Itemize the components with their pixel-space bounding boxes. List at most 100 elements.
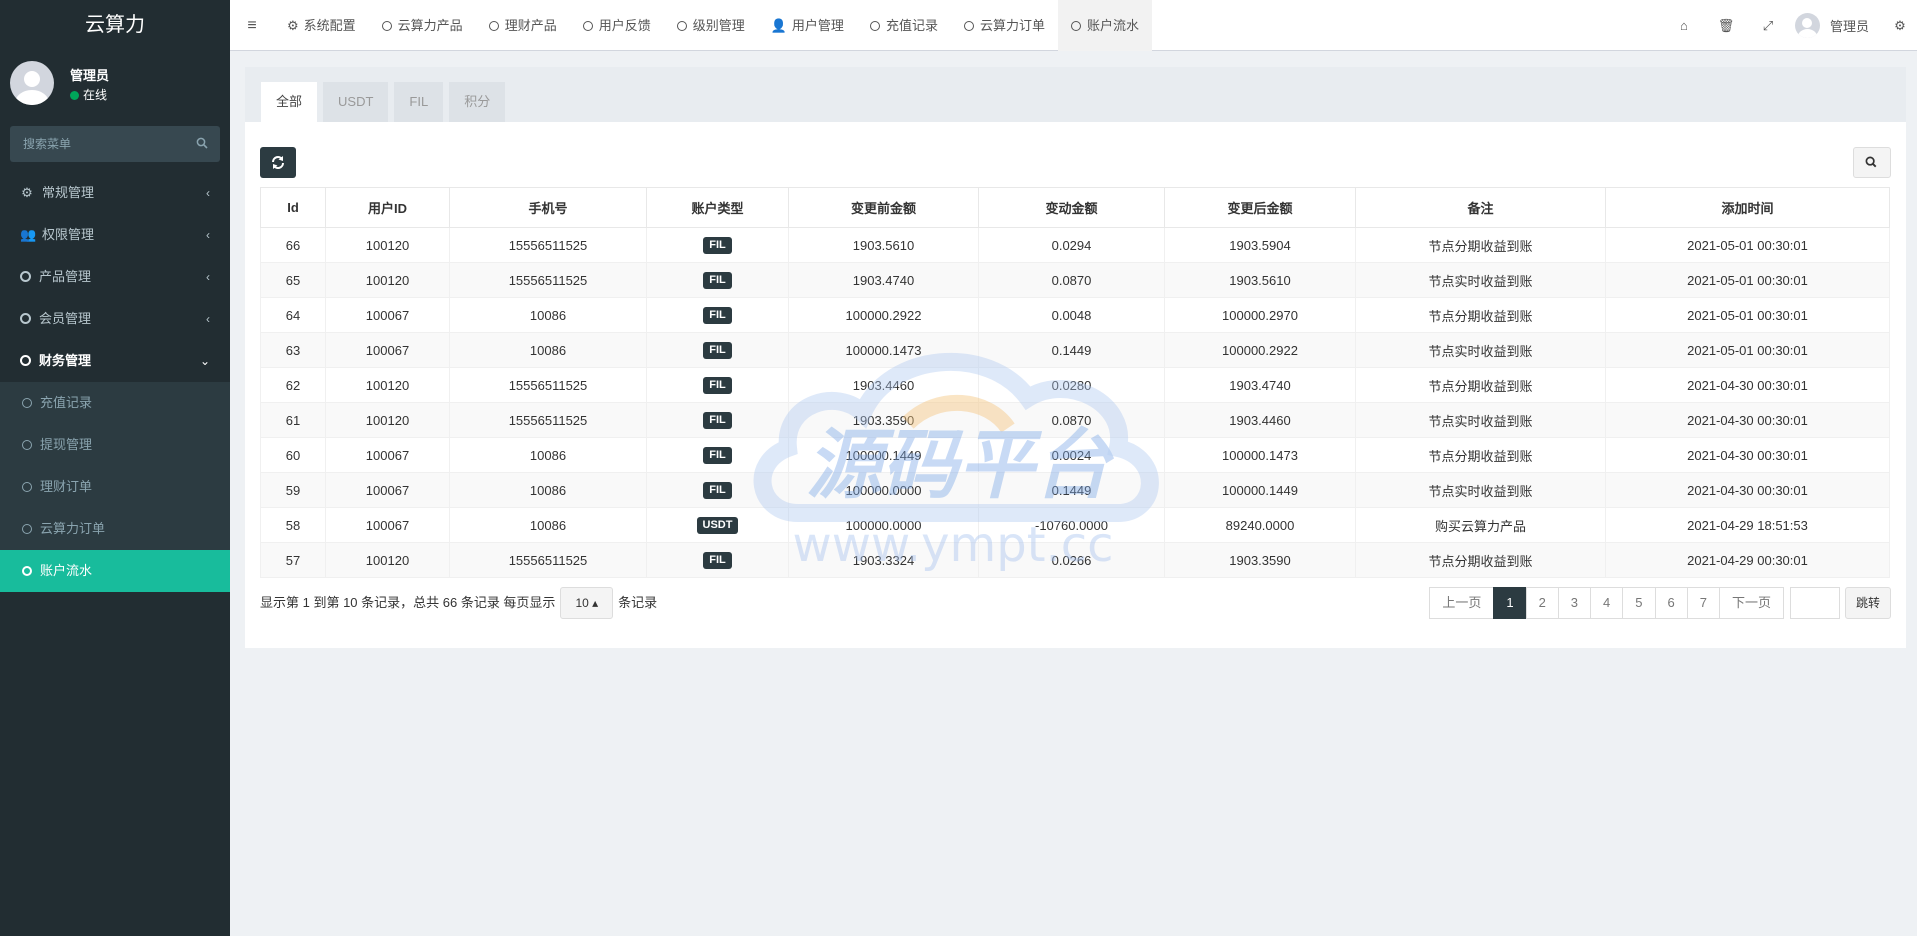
- table-cell: 2021-04-30 00:30:01: [1605, 367, 1890, 403]
- sidebar-item-product[interactable]: 产品管理 ‹: [0, 256, 230, 298]
- col-before-amount[interactable]: 变更前金额: [788, 187, 979, 228]
- table-row[interactable]: 62 100120 15556511525 FIL 1903.4460 0.0280 190…: [260, 367, 1890, 403]
- account-type-badge: FIL: [703, 482, 732, 499]
- tab-feedback[interactable]: 用户反馈: [570, 0, 664, 51]
- page-1-button[interactable]: 1: [1493, 587, 1527, 619]
- table-cell: 100067: [325, 472, 450, 508]
- circle-icon: [22, 398, 32, 408]
- tab-fil[interactable]: FIL: [394, 82, 444, 122]
- menu-toggle-icon[interactable]: ≡: [230, 0, 274, 51]
- tab-all[interactable]: 全部: [261, 82, 318, 122]
- page-4-button[interactable]: 4: [1590, 587, 1624, 619]
- table-cell: 1903.4740: [1164, 367, 1356, 403]
- fullscreen-icon[interactable]: ⤢: [1747, 0, 1789, 51]
- table-row[interactable]: 61 100120 15556511525 FIL 1903.3590 0.0870 190…: [260, 402, 1890, 438]
- table-row[interactable]: 59 100067 10086 FIL 100000.0000 0.1449 100000.…: [260, 472, 1890, 508]
- table-cell: 100067: [325, 332, 450, 368]
- col-remark[interactable]: 备注: [1355, 187, 1606, 228]
- search-icon[interactable]: [196, 137, 208, 149]
- page-7-button[interactable]: 7: [1686, 587, 1720, 619]
- page-2-button[interactable]: 2: [1525, 587, 1559, 619]
- table-cell: 0.1449: [978, 332, 1165, 368]
- table-cell: 61: [260, 402, 326, 438]
- table-search-button[interactable]: [1853, 147, 1891, 178]
- home-icon[interactable]: ⌂: [1663, 0, 1705, 51]
- tab-points[interactable]: 积分: [449, 82, 506, 122]
- next-page-button[interactable]: 下一页: [1718, 587, 1784, 619]
- table-row[interactable]: 63 100067 10086 FIL 100000.1473 0.1449 100000.…: [260, 332, 1890, 368]
- sidebar-item-member[interactable]: 会员管理 ‹: [0, 298, 230, 340]
- sidebar-item-withdraw[interactable]: 提现管理: [0, 424, 230, 466]
- table-cell: 2021-04-30 00:30:01: [1605, 402, 1890, 438]
- table-cell: FIL: [646, 437, 789, 473]
- col-after-amount[interactable]: 变更后金额: [1164, 187, 1356, 228]
- page-5-button[interactable]: 5: [1622, 587, 1656, 619]
- sidebar-item-finance-order[interactable]: 理财订单: [0, 466, 230, 508]
- tab-user-manage[interactable]: 👤 用户管理: [758, 0, 857, 51]
- prev-page-button[interactable]: 上一页: [1429, 587, 1495, 619]
- col-account-type[interactable]: 账户类型: [646, 187, 789, 228]
- page-3-button[interactable]: 3: [1557, 587, 1592, 619]
- caret-up-icon: ▴: [592, 596, 599, 610]
- table-header-row: Id 用户ID 手机号 账户类型 变更前金额 变动金额 变更后金额 备注 添加时…: [260, 187, 1890, 228]
- refresh-button[interactable]: [260, 147, 296, 178]
- col-change-amount[interactable]: 变动金额: [978, 187, 1165, 228]
- top-navbar: ≡ ⚙ 系统配置 云算力产品 理财产品 用户反馈 级别管理 👤 用户管理 充值记录 …: [230, 0, 1917, 51]
- gears-icon[interactable]: ⚙: [1883, 0, 1917, 51]
- circle-icon: [22, 440, 32, 450]
- tab-cloud-order[interactable]: 云算力订单: [951, 0, 1058, 51]
- circle-icon: [869, 21, 880, 31]
- table-cell: 15556511525: [449, 262, 647, 298]
- table-row[interactable]: 66 100120 15556511525 FIL 1903.5610 0.0294 190…: [260, 227, 1890, 263]
- circle-icon: [20, 355, 31, 366]
- table-row[interactable]: 57 100120 15556511525 FIL 1903.3324 0.0266 190…: [260, 542, 1890, 578]
- table-cell: 66: [260, 227, 326, 263]
- tab-recharge[interactable]: 充值记录: [857, 0, 951, 51]
- circle-icon: [22, 566, 32, 576]
- table-row[interactable]: 58 100067 10086 USDT 100000.0000 -10760.0000 8…: [260, 507, 1890, 543]
- sidebar-item-auth[interactable]: 👥 权限管理 ‹: [0, 214, 230, 256]
- col-user-id[interactable]: 用户ID: [325, 187, 450, 228]
- sidebar-item-account-flow[interactable]: 账户流水: [0, 550, 230, 592]
- account-type-badge: USDT: [696, 517, 739, 534]
- tab-level[interactable]: 级别管理: [664, 0, 758, 51]
- tab-system-config[interactable]: ⚙ 系统配置: [274, 0, 369, 51]
- jump-page-input[interactable]: [1789, 587, 1840, 619]
- table-row[interactable]: 65 100120 15556511525 FIL 1903.4740 0.0870 190…: [260, 262, 1890, 298]
- sidebar-item-general[interactable]: ⚙ 常规管理 ‹: [0, 172, 230, 214]
- table-cell: 节点分期收益到账: [1355, 367, 1606, 403]
- top-user-menu[interactable]: 管理员: [1789, 0, 1883, 51]
- table-cell: 100000.1473: [788, 332, 979, 368]
- trash-icon[interactable]: 🗑: [1705, 0, 1747, 51]
- col-id[interactable]: Id: [260, 187, 326, 228]
- menu-search-input[interactable]: [10, 126, 190, 162]
- tab-usdt[interactable]: USDT: [323, 82, 389, 122]
- table-cell: 1903.5904: [1164, 227, 1356, 263]
- tab-cloud-product[interactable]: 云算力产品: [369, 0, 476, 51]
- table-body: 66 100120 15556511525 FIL 1903.5610 0.0294 190…: [260, 227, 1890, 578]
- table-row[interactable]: 60 100067 10086 FIL 100000.1449 0.0024 100000.…: [260, 437, 1890, 473]
- sidebar-item-cloud-order[interactable]: 云算力订单: [0, 508, 230, 550]
- table-cell: 1903.4460: [788, 367, 979, 403]
- tab-account-flow[interactable]: 账户流水: [1057, 0, 1152, 51]
- tab-finance-product[interactable]: 理财产品: [476, 0, 570, 51]
- col-created-time[interactable]: 添加时间: [1605, 187, 1890, 228]
- circle-icon: [20, 271, 31, 282]
- table-row[interactable]: 64 100067 10086 FIL 100000.2922 0.0048 100000.…: [260, 297, 1890, 333]
- sidebar-item-finance[interactable]: 财务管理 ⌄: [0, 340, 230, 382]
- jump-button[interactable]: 跳转: [1844, 587, 1891, 619]
- col-phone[interactable]: 手机号: [449, 187, 647, 228]
- gear-icon: ⚙: [287, 18, 299, 33]
- account-type-badge: FIL: [703, 307, 732, 324]
- page-size-select[interactable]: 10 ▴: [560, 587, 614, 619]
- table-cell: 100000.1449: [1164, 472, 1356, 508]
- sidebar: 云算力 管理员 在线 ⚙常规管理‹ 👥权限管理‹ 产品管理‹ 会员管理‹ 财务管…: [0, 0, 230, 936]
- sidebar-item-recharge[interactable]: 充值记录: [0, 382, 230, 424]
- table-cell: 0.0870: [978, 402, 1165, 438]
- table-cell: 购买云算力产品: [1355, 507, 1606, 543]
- brand-logo[interactable]: 云算力: [0, 0, 230, 51]
- page-6-button[interactable]: 6: [1654, 587, 1688, 619]
- table-cell: 0.1449: [978, 472, 1165, 508]
- table-cell: 60: [260, 437, 326, 473]
- chevron-down-icon: ⌄: [199, 354, 210, 368]
